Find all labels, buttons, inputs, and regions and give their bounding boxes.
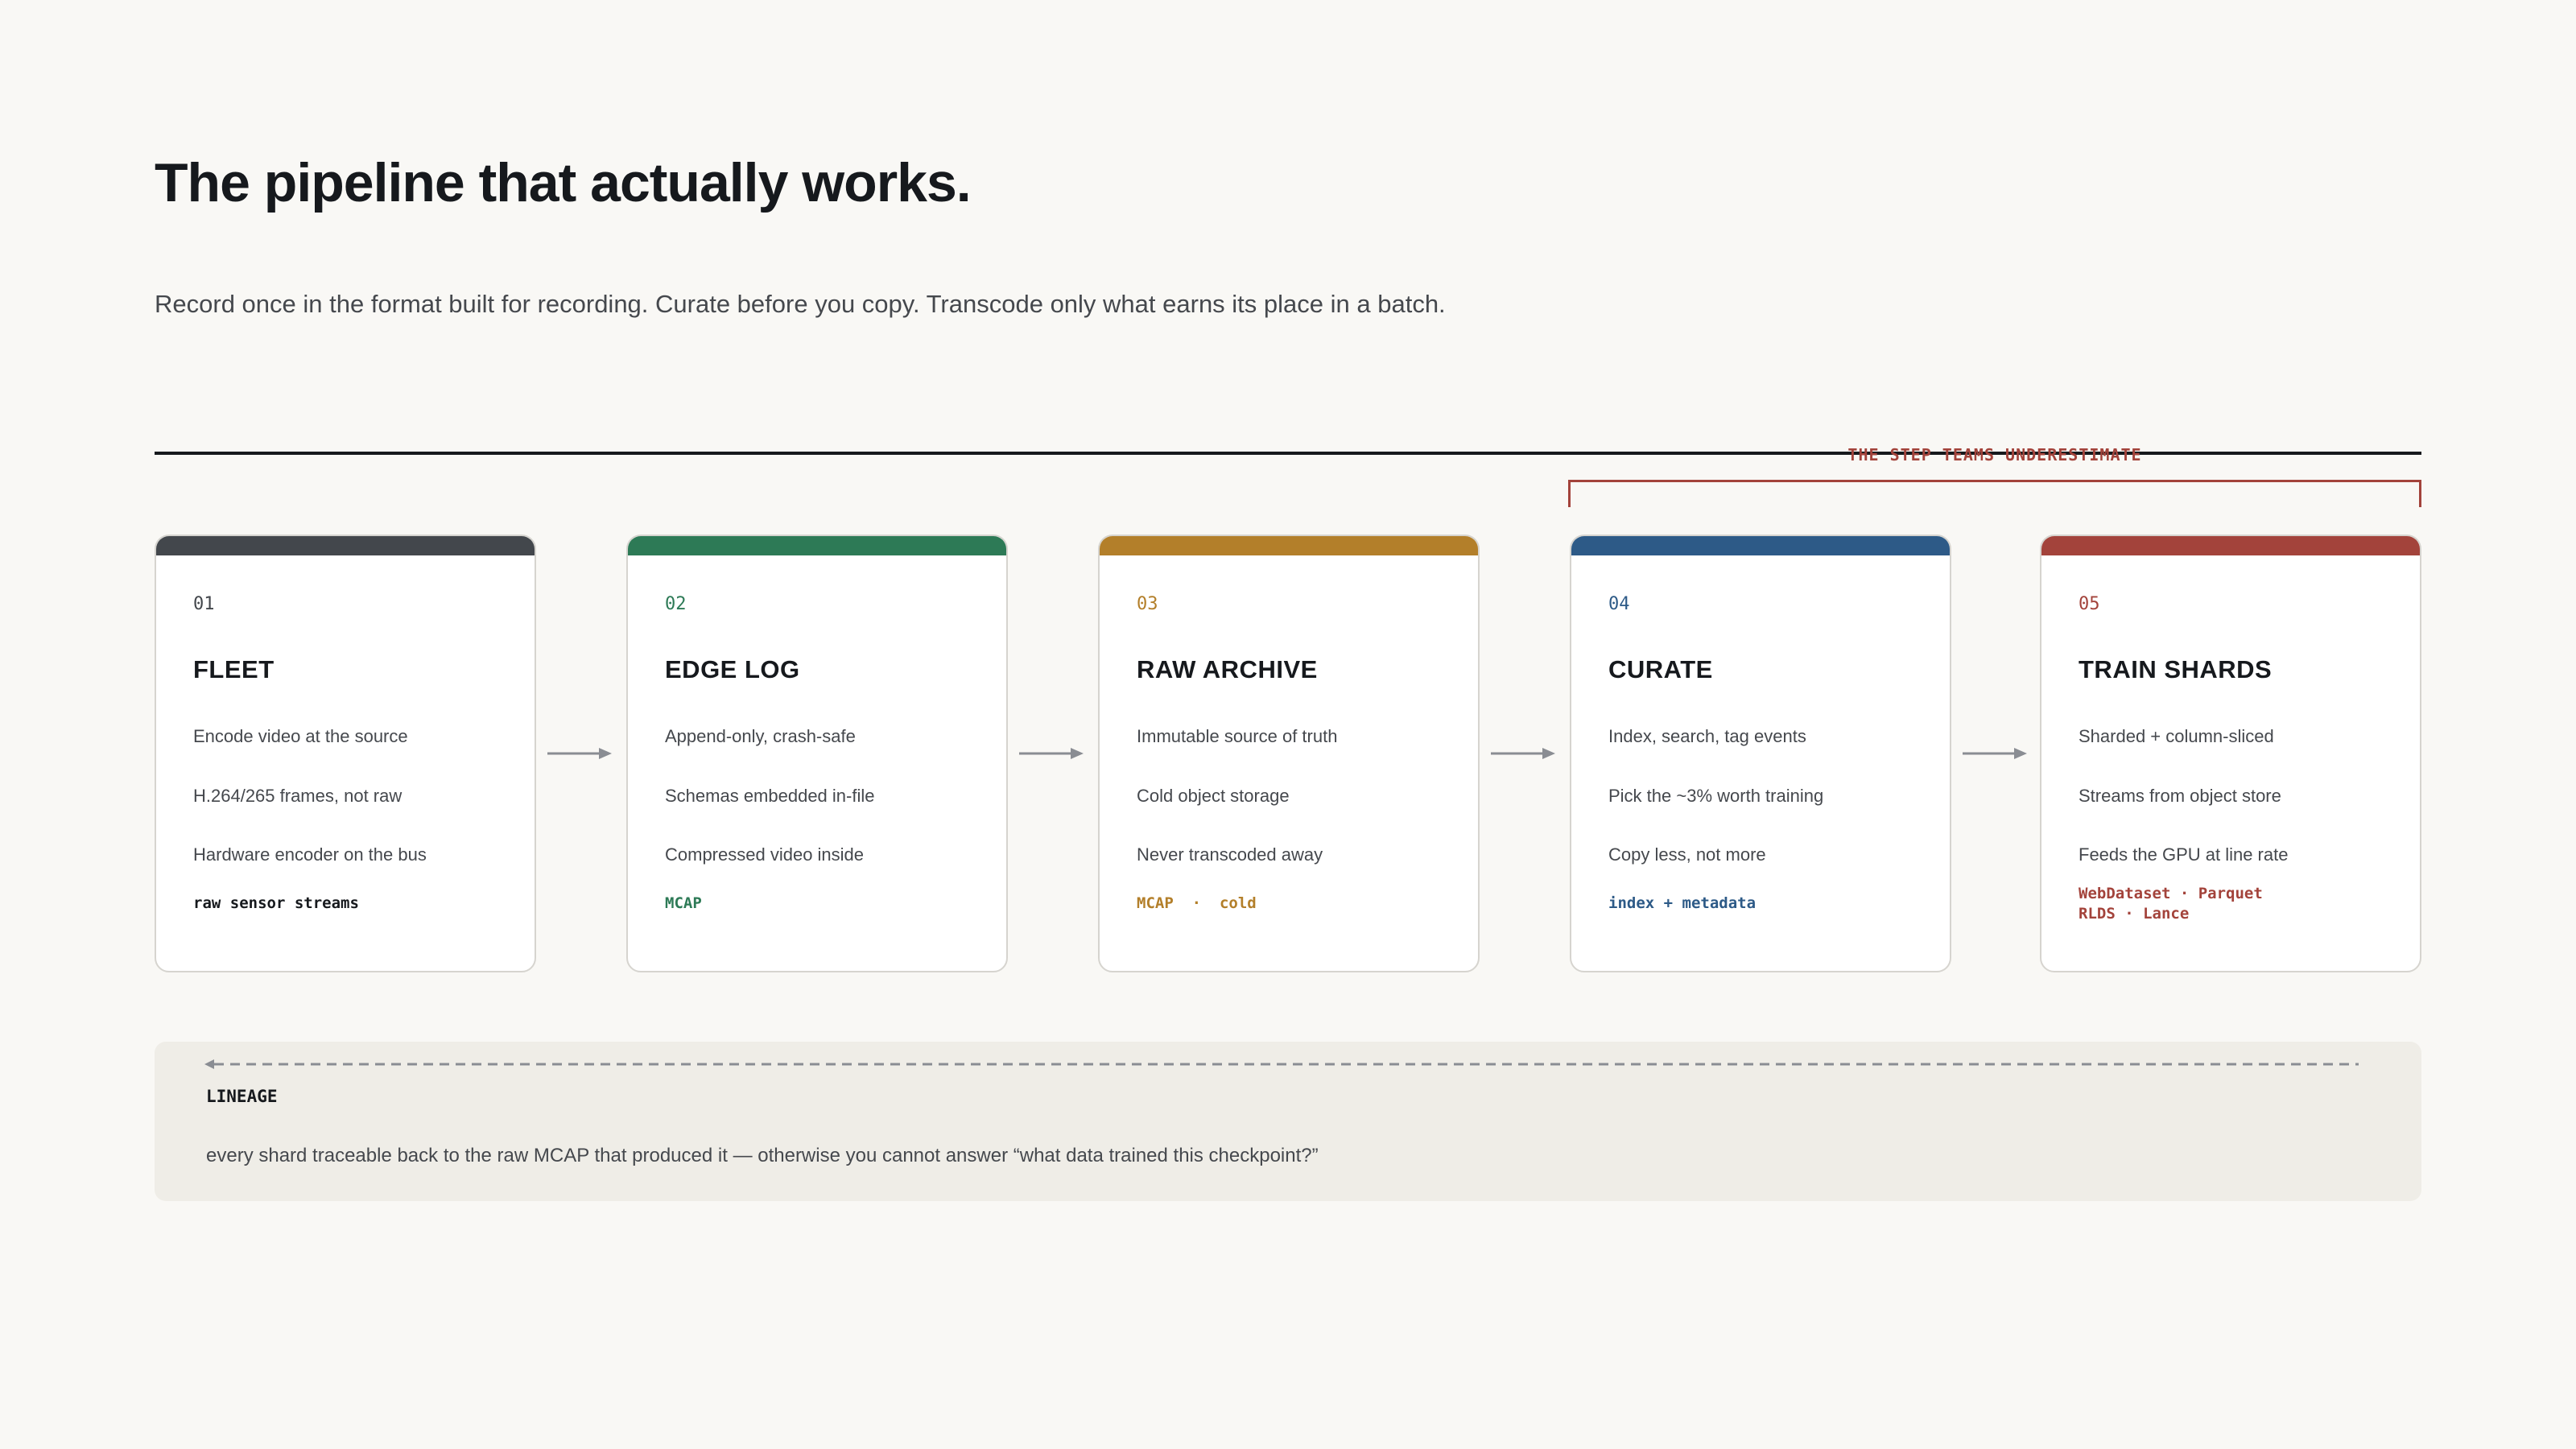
stage-number: 02 (665, 594, 687, 614)
stage-line: Schemas embedded in-file (665, 786, 875, 806)
stage-line: H.264/265 frames, not raw (193, 786, 402, 806)
stage-number: 01 (193, 594, 215, 614)
stage-card-edge-log: 02 EDGE LOG Append-only, crash-safe Sche… (626, 535, 1008, 972)
stage-line: Index, search, tag events (1608, 726, 1806, 746)
stage-card-raw-archive: 03 RAW ARCHIVE Immutable source of truth… (1098, 535, 1480, 972)
stage-color-bar (156, 536, 535, 555)
lineage-panel: LINEAGE every shard traceable back to th… (155, 1042, 2421, 1201)
stage-format-tag: index + metadata (1608, 894, 1757, 912)
stage-line: Append-only, crash-safe (665, 726, 856, 746)
flow-arrow-icon (547, 748, 612, 759)
stage-number: 04 (1608, 594, 1630, 614)
stage-line: Compressed video inside (665, 844, 865, 865)
lineage-label: LINEAGE (206, 1087, 278, 1106)
bracket-label: THE STEP TEAMS UNDERESTIMATE (1847, 445, 2142, 464)
stage-color-bar (1571, 536, 1950, 555)
flow-arrow-icon (1963, 748, 2027, 759)
stage-title: FLEET (193, 655, 275, 683)
stage-line: Sharded + column-sliced (2079, 726, 2274, 746)
stage-line: Encode video at the source (193, 726, 408, 746)
stage-color-bar (628, 536, 1006, 555)
stage-title: EDGE LOG (665, 655, 800, 683)
stage-card-train-shards: 05 TRAIN SHARDS Sharded + column-sliced … (2040, 535, 2421, 972)
stage-line: Hardware encoder on the bus (193, 844, 427, 865)
stage-line: Feeds the GPU at line rate (2079, 844, 2289, 865)
stage-line: Cold object storage (1137, 786, 1290, 806)
stage-format-tag: MCAP · cold (1137, 894, 1257, 912)
stage-color-bar (1100, 536, 1478, 555)
stage-line: Pick the ~3% worth training (1608, 786, 1824, 806)
stage-format-tag: raw sensor streams (193, 894, 359, 912)
stage-number: 03 (1137, 594, 1158, 614)
flow-arrow-icon (1019, 748, 1084, 759)
stage-number: 05 (2079, 594, 2100, 614)
stage-format-tag: WebDataset · Parquet RLDS · Lance (2079, 885, 2263, 923)
stage-line: Immutable source of truth (1137, 726, 1338, 746)
flow-arrow-icon (1491, 748, 1555, 759)
stage-card-fleet: 01 FLEET Encode video at the source H.26… (155, 535, 536, 972)
curate-bracket (1568, 480, 2421, 507)
stage-title: RAW ARCHIVE (1137, 655, 1318, 683)
stage-line: Streams from object store (2079, 786, 2281, 806)
page-title: The pipeline that actually works. (155, 152, 972, 213)
stage-format-tag: MCAP (665, 894, 702, 912)
lineage-description: every shard traceable back to the raw MC… (206, 1145, 1319, 1166)
stage-line: Copy less, not more (1608, 844, 1766, 865)
stage-title: CURATE (1608, 655, 1713, 683)
stage-card-curate: 04 CURATE Index, search, tag events Pick… (1570, 535, 1951, 972)
stage-line: Never transcoded away (1137, 844, 1323, 865)
lineage-back-arrow-icon (204, 1059, 2359, 1069)
page-subtitle: Record once in the format built for reco… (155, 290, 1446, 318)
stage-title: TRAIN SHARDS (2079, 655, 2273, 683)
stage-color-bar (2041, 536, 2420, 555)
